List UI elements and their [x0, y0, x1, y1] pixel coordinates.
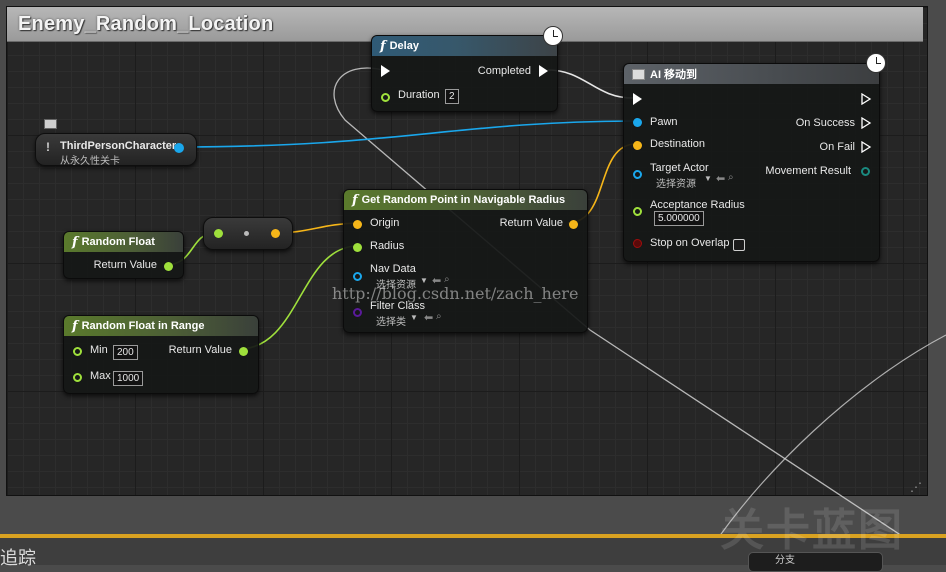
- latent-clock-icon: [543, 26, 563, 46]
- branch-node-partial[interactable]: 分支: [748, 552, 883, 572]
- random-float-return-pin[interactable]: [164, 262, 173, 271]
- rfir-min-label: Min: [90, 344, 108, 356]
- get-random-point-header: f Get Random Point in Navigable Radius: [344, 190, 587, 210]
- ai-pawn-label: Pawn: [650, 116, 678, 128]
- random-float-title: Random Float: [81, 236, 155, 248]
- grp-return-value-pin[interactable]: [569, 220, 578, 229]
- ai-movement-result-pin[interactable]: [861, 167, 870, 176]
- random-float-in-range-title: Random Float in Range: [81, 320, 205, 332]
- resize-grip-icon[interactable]: ⋰: [910, 480, 922, 494]
- function-icon: f: [72, 318, 78, 334]
- conversion-in-pin[interactable]: [214, 229, 223, 238]
- ai-exec-in-pin[interactable]: [633, 93, 642, 105]
- rfir-min-input[interactable]: 200: [113, 345, 138, 360]
- ai-on-fail-label: On Fail: [819, 141, 855, 153]
- ai-target-actor-label: Target Actor: [650, 162, 709, 174]
- ai-pawn-pin[interactable]: [633, 118, 642, 127]
- browse-search-icon[interactable]: ⌕: [436, 311, 442, 322]
- rfir-return-pin[interactable]: [239, 347, 248, 356]
- delay-duration-input[interactable]: 2: [445, 89, 459, 104]
- get-random-point-title: Get Random Point in Navigable Radius: [361, 194, 566, 206]
- ai-movement-result-label: Movement Result: [765, 165, 851, 177]
- random-float-in-range-node[interactable]: f Random Float in Range Min 200 Return V…: [63, 315, 259, 394]
- rfir-max-label: Max: [90, 370, 111, 382]
- grp-nav-data-label: Nav Data: [370, 263, 416, 275]
- float-to-vector-conversion-node[interactable]: [203, 217, 293, 250]
- ai-exec-out-outline-icon: [861, 93, 872, 105]
- level-blueprint-watermark: 关卡蓝图: [720, 506, 904, 555]
- grp-filter-class-select[interactable]: 选择类: [376, 313, 406, 328]
- grp-nav-data-pin[interactable]: [353, 272, 362, 281]
- ai-move-to-node[interactable]: AI 移动到 Pawn On Success Destination On Fa…: [623, 63, 880, 262]
- ai-stop-on-overlap-label: Stop on Overlap: [650, 237, 730, 249]
- use-selected-arrow-icon[interactable]: ⬅: [716, 172, 725, 185]
- third-person-character-name: ThirdPersonCharacter: [60, 140, 177, 152]
- rfir-return-label: Return Value: [168, 344, 232, 356]
- function-icon: f: [380, 38, 386, 54]
- delay-node-header: f Delay: [372, 36, 557, 56]
- third-person-character-node[interactable]: ! ThirdPersonCharacter 从永久性关卡: [35, 133, 197, 167]
- latent-clock-icon: [866, 53, 886, 73]
- conversion-mid-dot: [244, 231, 249, 236]
- third-person-character-out-pin[interactable]: [174, 143, 184, 153]
- get-random-point-node[interactable]: f Get Random Point in Navigable Radius O…: [343, 189, 588, 333]
- ai-move-to-title: AI 移动到: [650, 69, 698, 81]
- bottom-tab-label[interactable]: 追踪: [0, 544, 36, 570]
- delay-exec-in-pin[interactable]: [381, 65, 390, 77]
- delay-node[interactable]: f Delay Completed Duration 2: [371, 35, 558, 112]
- grp-origin-label: Origin: [370, 217, 400, 229]
- random-float-in-range-header: f Random Float in Range: [64, 316, 258, 336]
- ai-on-success-exec-pin[interactable]: [861, 117, 872, 129]
- delay-completed-label: Completed: [477, 65, 531, 77]
- level-actor-icon: [44, 119, 57, 129]
- ai-on-success-label: On Success: [795, 117, 855, 129]
- ai-on-fail-exec-pin[interactable]: [861, 141, 872, 153]
- ai-acceptance-radius-input[interactable]: 5.000000: [654, 211, 704, 226]
- ai-stop-on-overlap-checkbox[interactable]: [733, 239, 745, 251]
- ai-acceptance-radius-pin[interactable]: [633, 207, 642, 216]
- random-float-node[interactable]: f Random Float Return Value: [63, 231, 184, 279]
- ai-move-to-node-header: AI 移动到: [624, 64, 879, 84]
- rfir-min-pin[interactable]: [73, 347, 82, 356]
- function-icon: f: [72, 234, 78, 250]
- delay-completed-exec-pin[interactable]: [539, 65, 548, 77]
- grp-return-value-label: Return Value: [499, 217, 563, 229]
- third-person-character-subtitle: 从永久性关卡: [60, 156, 120, 167]
- delay-node-title: Delay: [389, 40, 419, 52]
- grp-origin-pin[interactable]: [353, 220, 362, 229]
- function-icon: f: [352, 192, 358, 208]
- rfir-max-pin[interactable]: [73, 373, 82, 382]
- ai-acceptance-radius-label: Acceptance Radius: [650, 199, 745, 211]
- ai-stop-on-overlap-pin[interactable]: [633, 239, 642, 248]
- ai-target-actor-pin[interactable]: [633, 170, 642, 179]
- ai-destination-label: Destination: [650, 138, 706, 150]
- ai-destination-pin[interactable]: [633, 141, 642, 150]
- ai-target-actor-select[interactable]: 选择资源: [656, 175, 696, 190]
- random-float-header: f Random Float: [64, 232, 183, 252]
- grp-radius-pin[interactable]: [353, 243, 362, 252]
- random-float-return-label: Return Value: [93, 259, 157, 271]
- conversion-out-pin[interactable]: [271, 229, 280, 238]
- grp-radius-label: Radius: [370, 240, 405, 252]
- rfir-max-input[interactable]: 1000: [113, 371, 144, 386]
- graph-title: Enemy_Random_Location: [18, 13, 274, 35]
- delay-duration-label: Duration: [398, 89, 440, 101]
- blog-url-watermark: http://blog.csdn.net/zach_here: [332, 284, 579, 303]
- ai-node-icon: [632, 68, 645, 80]
- grp-filter-class-pin[interactable]: [353, 308, 362, 317]
- browse-search-icon[interactable]: ⌕: [728, 172, 734, 183]
- dropdown-arrow-icon[interactable]: ▼: [704, 174, 712, 183]
- warning-icon: !: [46, 140, 50, 154]
- delay-duration-pin[interactable]: [381, 93, 390, 102]
- use-selected-arrow-icon[interactable]: ⬅: [424, 311, 433, 324]
- dropdown-arrow-icon[interactable]: ▼: [410, 313, 418, 322]
